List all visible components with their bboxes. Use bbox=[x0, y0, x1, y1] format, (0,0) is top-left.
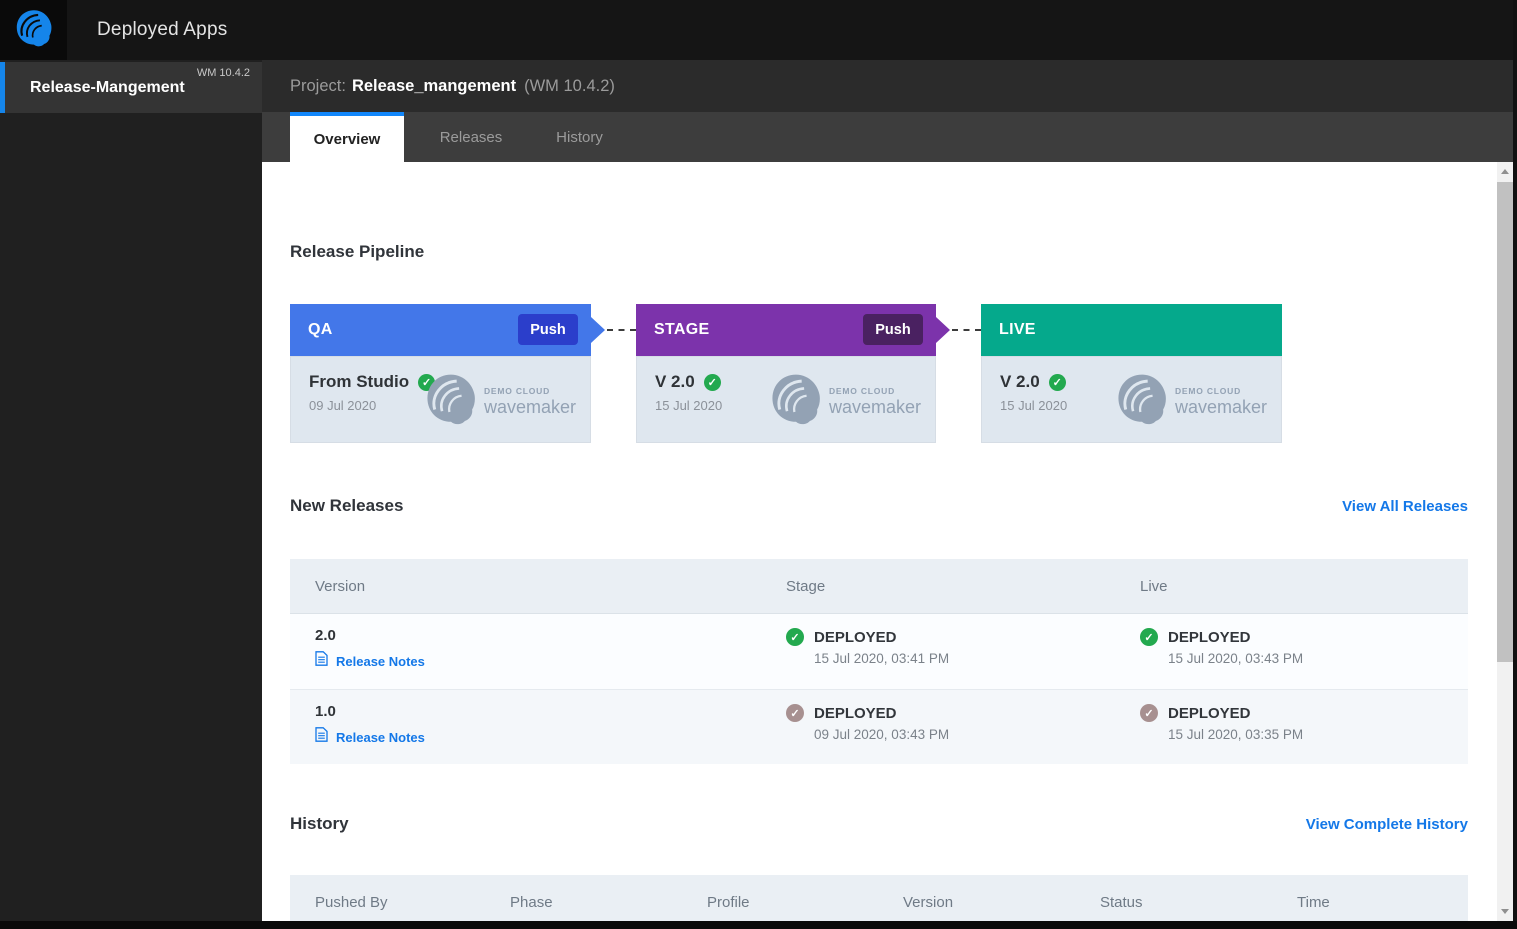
stage-deploy-date: 15 Jul 2020 bbox=[655, 398, 723, 413]
push-button-qa[interactable]: Push bbox=[518, 314, 578, 345]
wavemaker-wave-icon bbox=[1116, 373, 1168, 430]
pipeline-connector bbox=[607, 329, 636, 331]
wavemaker-wave-icon bbox=[770, 373, 822, 430]
view-all-releases-link[interactable]: View All Releases bbox=[1342, 498, 1468, 515]
sidebar-project-name: Release-Mangement bbox=[30, 79, 185, 96]
pipeline-connector bbox=[952, 329, 981, 331]
sidebar-project-version-badge: WM 10.4.2 bbox=[196, 67, 250, 79]
document-icon bbox=[315, 727, 328, 747]
live-status: ✓ DEPLOYED 15 Jul 2020, 03:35 PM bbox=[1140, 704, 1303, 742]
demo-cloud-brand: DEMO CLOUD wavemaker bbox=[425, 373, 576, 430]
top-app-bar: Deployed Apps bbox=[0, 0, 1517, 60]
live-deploy-time: 15 Jul 2020, 03:35 PM bbox=[1168, 727, 1304, 742]
stage-name-stage: STAGE bbox=[654, 321, 710, 338]
history-table: Pushed By Phase Profile Version Status T… bbox=[290, 875, 1468, 921]
release-version: 2.0 bbox=[315, 627, 336, 644]
wavemaker-logo[interactable] bbox=[0, 0, 67, 60]
project-label: Project: bbox=[290, 77, 346, 95]
new-releases-title: New Releases bbox=[290, 496, 404, 515]
live-deploy-date: 15 Jul 2020 bbox=[1000, 398, 1068, 413]
live-deploy-time: 15 Jul 2020, 03:43 PM bbox=[1168, 651, 1304, 666]
success-check-icon: ✓ bbox=[703, 373, 721, 391]
wavemaker-wave-icon bbox=[15, 9, 53, 52]
success-check-icon: ✓ bbox=[1140, 628, 1158, 646]
table-row: 1.0 Release Notes ✓ DEPLOYED 09 Jul 2020… bbox=[290, 689, 1468, 764]
tab-overview[interactable]: Overview bbox=[290, 112, 404, 162]
push-button-stage[interactable]: Push bbox=[863, 314, 923, 345]
tab-history[interactable]: History bbox=[532, 112, 627, 162]
page-title: Deployed Apps bbox=[97, 19, 228, 40]
release-notes-link[interactable]: Release Notes bbox=[315, 651, 425, 671]
vertical-scrollbar[interactable] bbox=[1497, 162, 1513, 921]
archived-check-icon: ✓ bbox=[1140, 704, 1158, 722]
project-header: Project: Release_mangement (WM 10.4.2) bbox=[262, 60, 1517, 112]
stage-deploy-time: 15 Jul 2020, 03:41 PM bbox=[814, 651, 950, 666]
stage-arrow-icon bbox=[591, 317, 605, 343]
stage-name-qa: QA bbox=[308, 321, 333, 338]
scrollbar-thumb[interactable] bbox=[1497, 182, 1513, 662]
scroll-down-arrow-icon[interactable] bbox=[1501, 909, 1509, 914]
overview-panel: Release Pipeline QA Push From Studio ✓ 0… bbox=[262, 162, 1513, 921]
table-header: Version Stage Live bbox=[290, 559, 1468, 614]
stage-name-live: LIVE bbox=[999, 321, 1036, 338]
table-row: 2.0 Release Notes ✓ DEPLOYED 15 Jul 2020… bbox=[290, 614, 1468, 689]
archived-check-icon: ✓ bbox=[786, 704, 804, 722]
view-complete-history-link[interactable]: View Complete History bbox=[1306, 816, 1468, 833]
wavemaker-wave-icon bbox=[425, 373, 477, 430]
demo-cloud-brand: DEMO CLOUD wavemaker bbox=[1116, 373, 1267, 430]
live-version-label: V 2.0 bbox=[1000, 372, 1040, 391]
release-notes-link[interactable]: Release Notes bbox=[315, 727, 425, 747]
new-releases-table: Version Stage Live 2.0 Release Notes ✓ D… bbox=[290, 559, 1468, 764]
live-status: ✓ DEPLOYED 15 Jul 2020, 03:43 PM bbox=[1140, 628, 1303, 666]
success-check-icon: ✓ bbox=[1048, 373, 1066, 391]
tab-bar: Overview Releases History bbox=[262, 112, 1517, 162]
horizontal-scrollbar[interactable] bbox=[0, 921, 1517, 929]
release-pipeline-title: Release Pipeline bbox=[290, 242, 425, 261]
project-name: Release_mangement bbox=[351, 77, 517, 95]
window-right-edge bbox=[1513, 0, 1517, 929]
table-header: Pushed By Phase Profile Version Status T… bbox=[290, 875, 1468, 921]
qa-deploy-date: 09 Jul 2020 bbox=[309, 398, 377, 413]
stage-status: ✓ DEPLOYED 09 Jul 2020, 03:43 PM bbox=[786, 704, 949, 742]
pipeline-card-stage: STAGE Push V 2.0 ✓ 15 Jul 2020 DEMO CLOU… bbox=[636, 304, 950, 443]
pipeline-card-live: LIVE V 2.0 ✓ 15 Jul 2020 DEMO CLOUD wave… bbox=[981, 304, 1282, 443]
project-version: (WM 10.4.2) bbox=[524, 77, 615, 95]
document-icon bbox=[315, 651, 328, 671]
demo-cloud-brand: DEMO CLOUD wavemaker bbox=[770, 373, 921, 430]
history-title: History bbox=[290, 814, 349, 833]
sidebar: Release-Mangement WM 10.4.2 bbox=[0, 60, 262, 921]
qa-version-label: From Studio bbox=[309, 372, 410, 391]
pipeline-card-qa: QA Push From Studio ✓ 09 Jul 2020 DEMO C… bbox=[290, 304, 605, 443]
stage-version-label: V 2.0 bbox=[655, 372, 695, 391]
sidebar-item-project[interactable]: Release-Mangement WM 10.4.2 bbox=[0, 62, 262, 113]
release-version: 1.0 bbox=[315, 703, 336, 720]
success-check-icon: ✓ bbox=[786, 628, 804, 646]
stage-arrow-icon bbox=[936, 317, 950, 343]
scroll-up-arrow-icon[interactable] bbox=[1501, 169, 1509, 174]
stage-deploy-time: 09 Jul 2020, 03:43 PM bbox=[814, 727, 950, 742]
tab-releases[interactable]: Releases bbox=[422, 112, 520, 162]
stage-status: ✓ DEPLOYED 15 Jul 2020, 03:41 PM bbox=[786, 628, 949, 666]
